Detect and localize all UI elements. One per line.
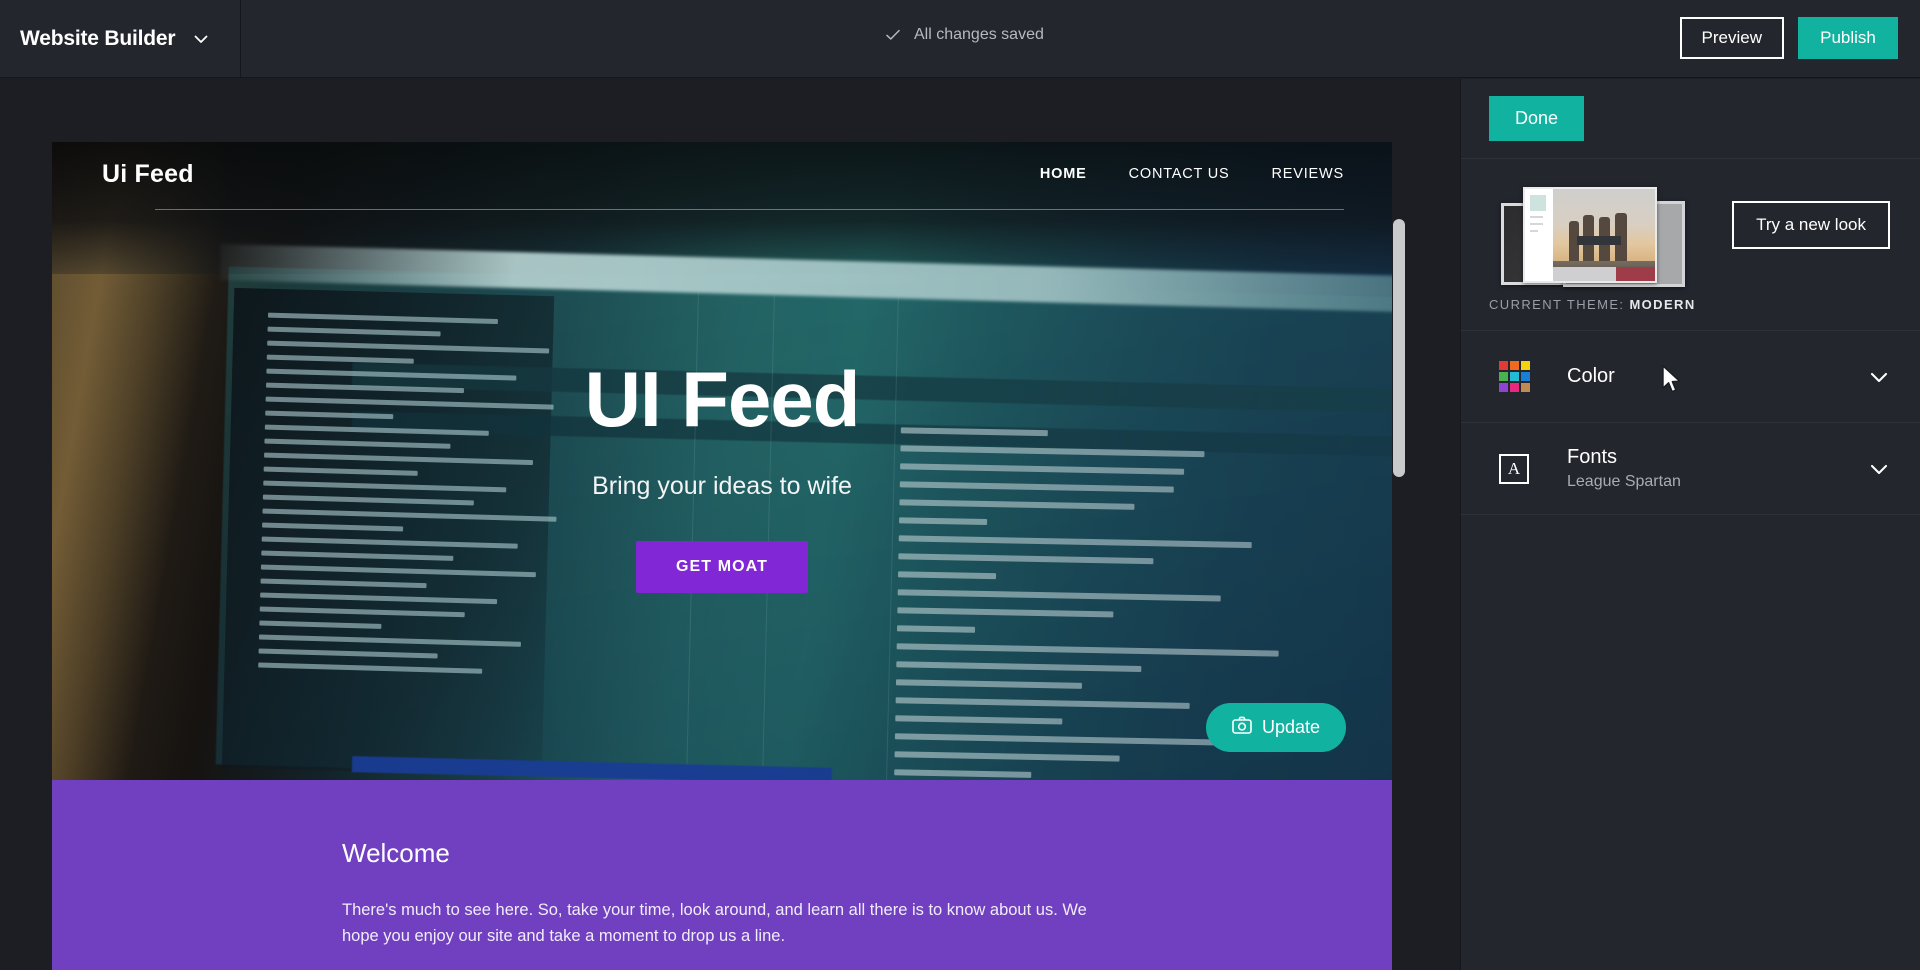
chevron-down-icon[interactable] (1866, 456, 1892, 482)
site-canvas: Ui Feed HOME CONTACT US REVIEWS UI Feed … (0, 79, 1460, 970)
color-swatch (1521, 360, 1530, 370)
color-swatch (1521, 371, 1530, 381)
color-swatch (1510, 360, 1519, 370)
brand-menu[interactable]: Website Builder (0, 0, 241, 78)
theme-side-panel: Done Try a new look CURRENT THEME: MODER… (1460, 79, 1920, 970)
nav-link-home[interactable]: HOME (1040, 166, 1087, 182)
welcome-title[interactable]: Welcome (342, 838, 1392, 869)
theme-thumbnail-stack[interactable] (1501, 181, 1685, 293)
panel-row-fonts-sublabel: League Spartan (1567, 473, 1681, 490)
color-swatch (1499, 382, 1508, 392)
canvas-scrollbar-thumb[interactable] (1393, 219, 1405, 477)
hero-section[interactable]: Ui Feed HOME CONTACT US REVIEWS UI Feed … (52, 142, 1392, 780)
update-button-label: Update (1261, 717, 1320, 737)
site-logo[interactable]: Ui Feed (102, 160, 194, 189)
current-theme-value: MODERN (1629, 297, 1696, 312)
nav-divider (155, 209, 1344, 210)
update-image-button[interactable]: Update (1205, 703, 1346, 752)
color-swatch (1521, 382, 1530, 392)
panel-row-color-label: Color (1567, 365, 1615, 387)
site-nav: Ui Feed HOME CONTACT US REVIEWS (52, 142, 1392, 206)
theme-block: Try a new look CURRENT THEME: MODERN (1461, 159, 1920, 393)
app-title: Website Builder (20, 27, 176, 50)
theme-thumbnail-front (1523, 187, 1657, 283)
hero-subtitle[interactable]: Bring your ideas to wife (592, 472, 852, 501)
top-bar-actions: Preview Publish (1679, 17, 1898, 59)
hero-cta-button[interactable]: GET MOAT (635, 541, 809, 593)
font-letter-a-icon: A (1499, 453, 1545, 484)
save-status-label: All changes saved (914, 26, 1044, 43)
panel-row-fonts-label: Fonts (1567, 446, 1618, 468)
camera-icon (1232, 716, 1252, 739)
welcome-body[interactable]: There's much to see here. So, take your … (342, 897, 1102, 950)
try-a-new-look-button[interactable]: Try a new look (1732, 201, 1890, 249)
current-theme-label: CURRENT THEME: MODERN (1489, 297, 1696, 312)
hero-content: UI Feed Bring your ideas to wife GET MOA… (52, 360, 1392, 593)
chevron-down-icon[interactable] (1866, 364, 1892, 390)
top-bar: Website Builder All changes saved Previe… (0, 0, 1920, 78)
color-swatch (1510, 382, 1519, 392)
canvas-scrollbar[interactable] (1393, 142, 1405, 970)
done-button[interactable]: Done (1489, 96, 1585, 141)
current-theme-prefix: CURRENT THEME: (1489, 297, 1625, 312)
panel-row-color[interactable]: Color (1461, 331, 1920, 423)
chevron-down-icon[interactable] (191, 29, 211, 49)
panel-row-color-text: Color (1567, 365, 1615, 388)
color-swatches-icon (1499, 360, 1545, 393)
check-icon (884, 26, 902, 44)
save-status: All changes saved (884, 26, 1044, 44)
panel-header: Done (1461, 79, 1920, 159)
hero-title[interactable]: UI Feed (585, 360, 861, 438)
color-swatch (1499, 371, 1508, 381)
site-preview-frame[interactable]: Ui Feed HOME CONTACT US REVIEWS UI Feed … (52, 142, 1392, 970)
color-swatch (1499, 360, 1508, 370)
color-swatch (1510, 371, 1519, 381)
site-nav-links: HOME CONTACT US REVIEWS (1040, 166, 1344, 182)
nav-link-contact-us[interactable]: CONTACT US (1129, 166, 1230, 182)
welcome-section[interactable]: Welcome There's much to see here. So, ta… (52, 780, 1392, 970)
panel-row-fonts-text: Fonts League Spartan (1567, 446, 1681, 491)
nav-link-reviews[interactable]: REVIEWS (1272, 166, 1344, 182)
publish-button[interactable]: Publish (1798, 17, 1898, 59)
preview-button[interactable]: Preview (1679, 17, 1784, 59)
panel-row-fonts[interactable]: A Fonts League Spartan (1461, 423, 1920, 515)
